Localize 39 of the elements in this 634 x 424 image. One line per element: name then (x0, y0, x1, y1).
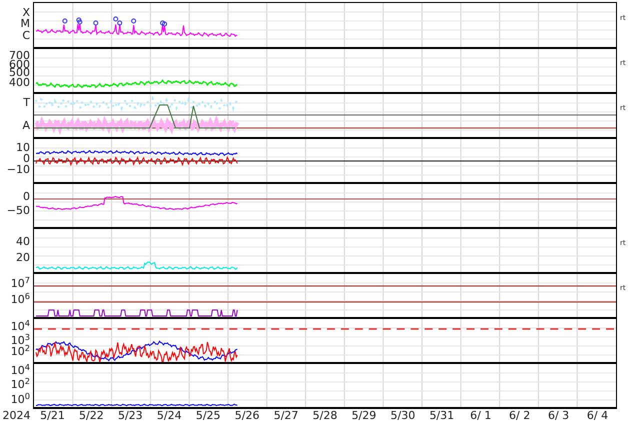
date-label: 5/29 (352, 409, 376, 423)
date-label: 5/25 (196, 409, 221, 423)
date-label: 5/27 (274, 409, 298, 423)
axis-tick-label: 400 (9, 77, 30, 89)
date-label: 5/26 (234, 409, 260, 423)
axis-tick-label: 10$^{2}$ (10, 379, 30, 391)
axis-tick-label: 10$^{0}$ (10, 394, 30, 406)
year-label: 2024 (2, 409, 30, 423)
date-label: 6/ 3 (548, 409, 570, 423)
axis-tick-label: −50 (6, 205, 30, 217)
date-label: 5/21 (40, 409, 65, 423)
axis-tick-label: 20 (16, 252, 30, 264)
date-label: 5/31 (429, 409, 454, 423)
axis-tick-label: 10 (16, 142, 30, 154)
axis-tick-label: T (23, 97, 30, 109)
axis-tick-label: 10$^{4}$ (10, 365, 30, 377)
axis-tick-label: C (22, 30, 30, 42)
axis-tick-label: 0 (23, 191, 30, 203)
axis-tick-label: X (22, 7, 30, 19)
marker-icon (62, 18, 68, 24)
date-label: 5/23 (118, 409, 143, 423)
date-label: 6/ 1 (470, 409, 492, 423)
marker-icon (131, 18, 136, 24)
axis-tick-label: M (20, 18, 30, 30)
axis-tick-label: 10$^{4}$ (10, 321, 30, 333)
marker-icon (93, 20, 98, 26)
date-label: 6/ 2 (509, 409, 530, 423)
date-label: 5/22 (79, 409, 104, 423)
axis-tick-label: 40 (16, 236, 30, 248)
axis-tick-label: 10$^{6}$ (10, 294, 30, 306)
axis-tick-label: −10 (6, 164, 30, 176)
date-label: 5/24 (156, 409, 182, 423)
axis-tick-label: 0 (23, 153, 30, 165)
date-label: 5/28 (312, 409, 338, 423)
date-label: 5/30 (390, 409, 416, 423)
date-label: 6/ 4 (586, 409, 608, 423)
axis-tick-label: 10$^{2}$ (10, 346, 30, 358)
axis-tick-label: 10$^{7}$ (10, 278, 30, 290)
axis-tick-label: A (22, 120, 30, 132)
